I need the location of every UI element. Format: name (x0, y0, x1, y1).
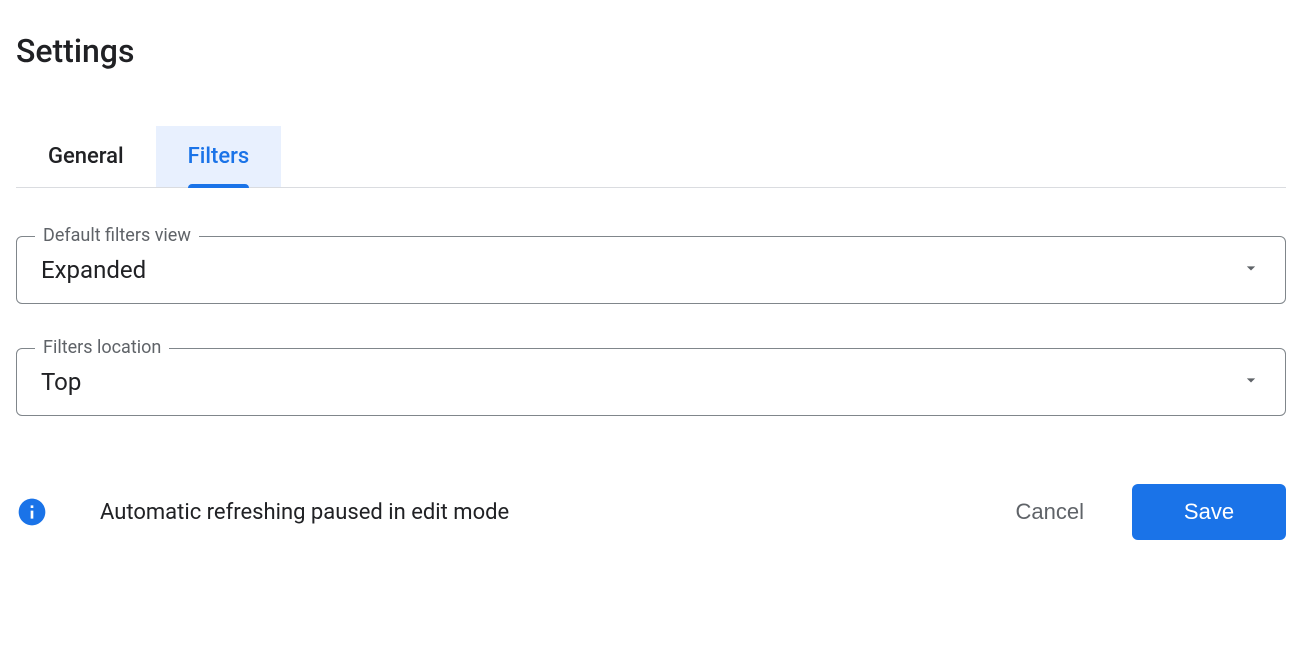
tab-filters[interactable]: Filters (156, 126, 282, 187)
tabs: General Filters (16, 126, 1286, 188)
chevron-down-icon (1241, 258, 1261, 282)
settings-panel: Settings General Filters Default filters… (0, 0, 1302, 564)
chevron-down-icon (1241, 370, 1261, 394)
default-filters-view-select[interactable]: Default filters view Expanded (16, 236, 1286, 304)
cancel-button[interactable]: Cancel (984, 484, 1116, 540)
page-title: Settings (16, 32, 1286, 70)
field-label: Default filters view (35, 225, 199, 246)
form-area: Default filters view Expanded Filters lo… (16, 188, 1286, 416)
filters-location-select[interactable]: Filters location Top (16, 348, 1286, 416)
tab-general[interactable]: General (16, 126, 156, 187)
save-button[interactable]: Save (1132, 484, 1286, 540)
field-value: Expanded (41, 256, 1241, 284)
info-icon (16, 496, 48, 528)
field-value: Top (41, 368, 1241, 396)
status-text: Automatic refreshing paused in edit mode (100, 500, 968, 525)
footer-bar: Automatic refreshing paused in edit mode… (16, 460, 1286, 564)
field-label: Filters location (35, 337, 169, 358)
